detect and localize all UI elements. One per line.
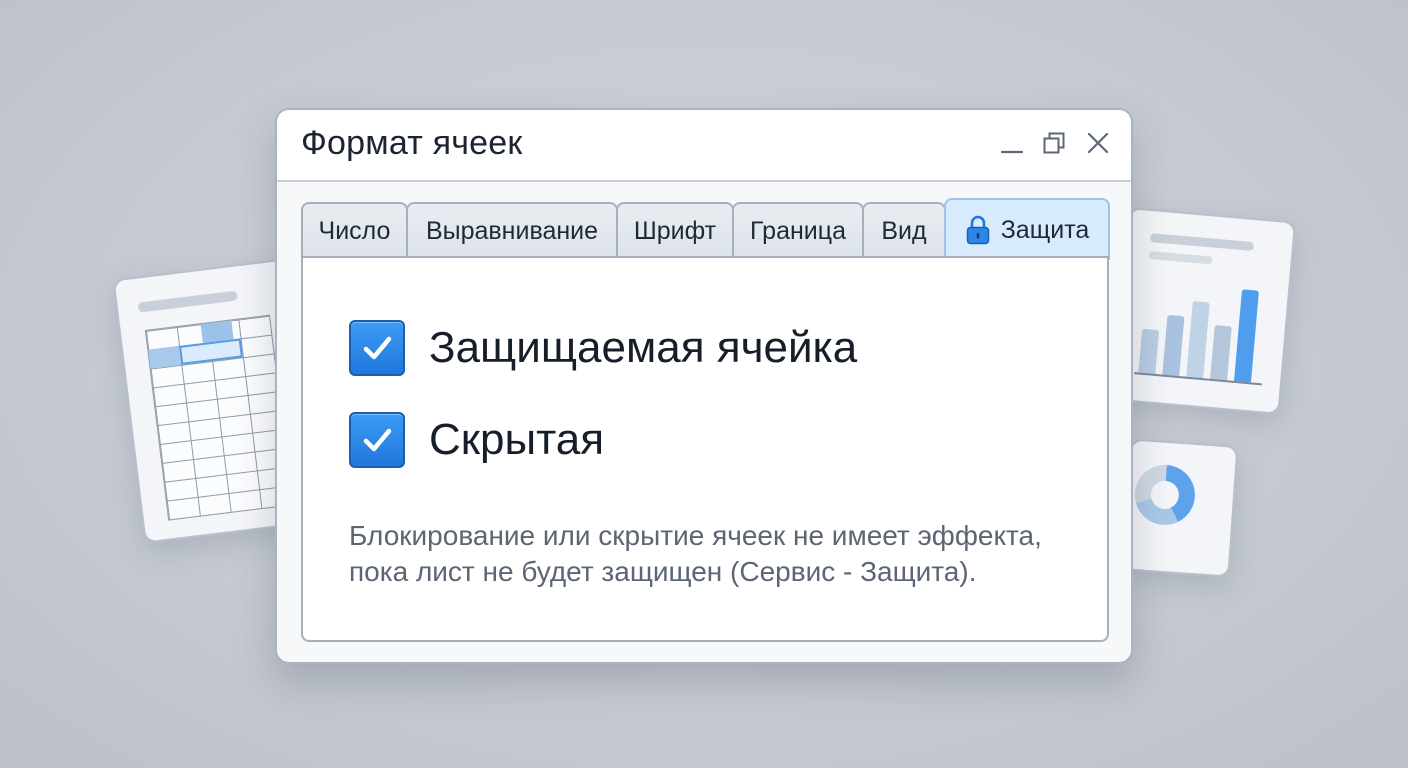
maximize-icon	[1043, 132, 1065, 154]
tab-label: Граница	[750, 216, 846, 245]
tab-label: Число	[318, 216, 391, 245]
tab-protection[interactable]: Защита	[944, 198, 1110, 260]
minimize-icon	[1000, 150, 1024, 154]
note-line: Блокирование или скрытие ячеек не имеет …	[349, 520, 1042, 551]
sheet-selected-cell	[179, 338, 243, 365]
dialog-titlebar[interactable]: Формат ячеек	[277, 110, 1131, 182]
sheet-grid	[144, 314, 294, 521]
checkmark-icon	[363, 336, 392, 360]
sheet-row-header	[148, 345, 182, 369]
tab-font[interactable]: Шрифт	[616, 202, 734, 258]
close-icon	[1087, 132, 1109, 154]
hidden-checkbox[interactable]	[349, 412, 405, 468]
tab-view[interactable]: Вид	[862, 202, 946, 258]
tab-label: Шрифт	[633, 216, 717, 245]
minimize-button[interactable]	[997, 128, 1027, 158]
chart-bar	[1162, 314, 1185, 377]
tab-number[interactable]: Число	[301, 202, 408, 258]
sheet-title-placeholder	[137, 290, 238, 313]
tab-label: Вид	[881, 216, 927, 245]
chart-bar	[1234, 289, 1259, 383]
tab-label: Выравнивание	[425, 216, 599, 245]
chart-bar	[1186, 300, 1210, 379]
dialog-title: Формат ячеек	[301, 124, 523, 162]
chart-bar	[1210, 324, 1232, 381]
tab-strip: Число Выравнивание Шрифт Граница Вид Защ…	[301, 198, 1111, 260]
donut-chart-illustration	[1121, 438, 1239, 578]
checkmark-icon	[363, 428, 392, 452]
chart-title-placeholder	[1149, 233, 1255, 252]
note-line: пока лист не будет защищен (Сервис - Защ…	[349, 556, 977, 587]
chart-subtitle-placeholder	[1148, 250, 1213, 265]
hidden-option[interactable]: Скрытая	[349, 412, 604, 468]
maximize-button[interactable]	[1039, 128, 1069, 158]
bar-chart-illustration	[1111, 207, 1297, 415]
tab-label: Защита	[1000, 215, 1090, 244]
donut-chart	[1132, 462, 1197, 527]
protection-panel: Защищаемая ячейка Скрытая Блокирование и…	[301, 256, 1109, 642]
close-button[interactable]	[1083, 128, 1113, 158]
desktop-background: Формат ячеек Число Выравнивание Шрифт Гр…	[0, 0, 1408, 768]
lock-icon	[965, 214, 991, 246]
chart-bar	[1138, 328, 1160, 374]
protected-cell-option[interactable]: Защищаемая ячейка	[349, 320, 857, 376]
tab-border[interactable]: Граница	[732, 202, 864, 258]
protection-note: Блокирование или скрытие ячеек не имеет …	[349, 518, 1089, 590]
protected-cell-label: Защищаемая ячейка	[429, 323, 858, 372]
protected-cell-checkbox[interactable]	[349, 320, 405, 376]
hidden-label: Скрытая	[429, 415, 605, 464]
format-cells-dialog: Формат ячеек Число Выравнивание Шрифт Гр…	[275, 108, 1133, 664]
tab-alignment[interactable]: Выравнивание	[406, 202, 618, 258]
